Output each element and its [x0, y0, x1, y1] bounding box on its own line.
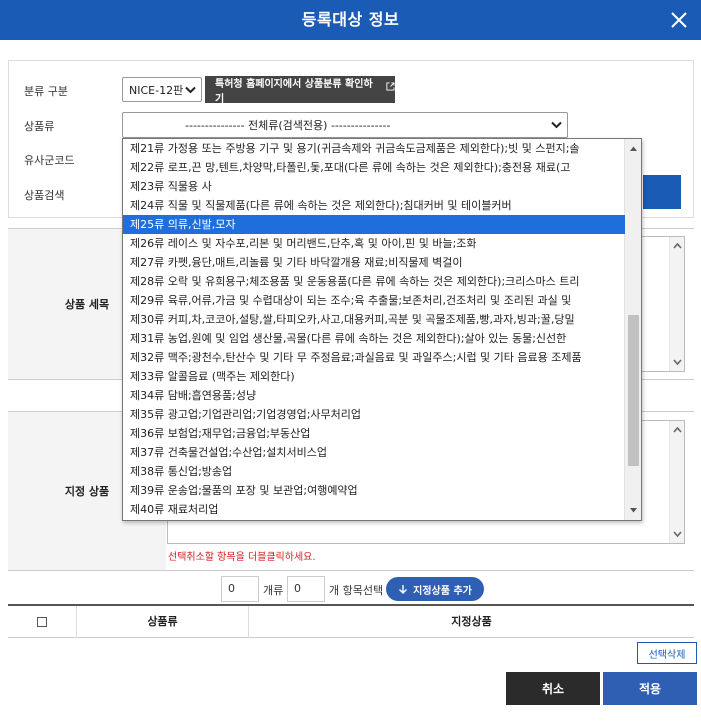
scroll-up-icon[interactable] [629, 145, 638, 152]
dialog-titlebar: 등록대상 정보 [0, 0, 701, 40]
kipo-classification-link-button[interactable]: 특허청 홈페이지에서 상품분류 확인하기 [205, 76, 395, 105]
column-header-designated-goods: 지정상품 [451, 615, 492, 628]
search-button[interactable] [643, 175, 681, 209]
dropdown-option[interactable]: 제33류 알콜음료 (맥주는 제외한다) [123, 367, 625, 386]
item-count-unit: 개 항목선택 [329, 584, 384, 597]
class-count-input[interactable]: 0 [221, 576, 259, 602]
goods-class-select[interactable]: --------------- 전체류(검색전용) --------------… [122, 112, 568, 138]
dropdown-option[interactable]: 제22류 로프,끈 망,텐트,차양막,타폴린,돛,포대(다른 류에 속하는 것은… [123, 158, 625, 177]
dropdown-option[interactable]: 제29류 육류,어류,가금 및 수렵대상이 되는 조수;육 추출물;보존처리,건… [123, 291, 625, 310]
dropdown-option[interactable]: 제30류 커피,차,코코아,설탕,쌀,타피오카,사고,대용커피,곡분 및 곡물조… [123, 310, 625, 329]
designated-goods-table-header: 상품류 지정상품 [8, 604, 694, 638]
add-designated-goods-label: 지정상품 추가 [413, 585, 472, 597]
classification-select[interactable]: NICE-12판 [122, 77, 202, 102]
cancel-button[interactable]: 취소 [506, 672, 600, 705]
chevron-down-icon [185, 86, 196, 93]
dropdown-option[interactable]: 제26류 레이스 및 자수포,리본 및 머리밴드,단추,혹 및 아이,핀 및 바… [123, 234, 625, 253]
select-all-checkbox[interactable] [37, 617, 47, 627]
dropdown-option[interactable]: 제40류 재료처리업 [123, 500, 625, 519]
dropdown-scrollbar[interactable] [624, 139, 641, 520]
class-count-unit: 개류 [263, 584, 284, 597]
dropdown-option[interactable]: 제36류 보험업;재무업;금융업;부동산업 [123, 424, 625, 443]
dropdown-option[interactable]: 제25류 의류,신발,모자 [123, 215, 625, 234]
dropdown-option[interactable]: 제37류 건축물건설업;수산업;설치서비스업 [123, 443, 625, 462]
designated-goods-scrollbar[interactable] [669, 421, 684, 543]
goods-class-select-value: --------------- 전체류(검색전용) --------------… [185, 119, 391, 132]
dropdown-option[interactable]: 제38류 통신업;방송업 [123, 462, 625, 481]
dropdown-scroll-thumb[interactable] [628, 315, 639, 466]
dropdown-option[interactable]: 제31류 농업,원예 및 임업 생산물,곡물(다른 류에 속하는 것은 제외한다… [123, 329, 625, 348]
scroll-down-icon[interactable] [629, 507, 638, 514]
classification-select-value: NICE-12판 [129, 83, 184, 97]
kipo-link-label: 특허청 홈페이지에서 상품분류 확인하기 [215, 78, 373, 105]
classification-label: 분류 구분 [24, 85, 68, 98]
arrow-down-icon [399, 585, 408, 594]
dropdown-option[interactable]: 제34류 담배;흡연용품;성냥 [123, 386, 625, 405]
deselect-hint: 선택취소할 항목을 더블클릭하세요. [168, 552, 316, 563]
chevron-down-icon [551, 121, 562, 129]
scroll-down-icon[interactable] [673, 531, 682, 538]
scroll-down-icon[interactable] [673, 359, 682, 366]
delete-selected-button[interactable]: 선택삭제 [637, 642, 697, 664]
external-link-icon [386, 82, 395, 91]
dropdown-option[interactable]: 제23류 직물용 사 [123, 177, 625, 196]
dropdown-option[interactable]: 제32류 맥주;광천수,탄산수 및 기타 무 주정음료;과실음료 및 과일주스;… [123, 348, 625, 367]
goods-detail-scrollbar[interactable] [669, 237, 684, 371]
scroll-up-icon[interactable] [673, 242, 682, 249]
goods-search-label: 상품검색 [24, 189, 65, 202]
scroll-up-icon[interactable] [673, 426, 682, 433]
dropdown-option[interactable]: 제35류 광고업;기업관리업;기업경영업;사무처리업 [123, 405, 625, 424]
item-count-input[interactable]: 0 [287, 576, 325, 602]
apply-button[interactable]: 적용 [603, 672, 697, 705]
column-header-class: 상품류 [147, 615, 178, 628]
goods-class-dropdown-list[interactable]: 제21류 가정용 또는 주방용 기구 및 용기(귀금속제와 귀금속도금제품은 제… [122, 138, 642, 521]
dropdown-option[interactable]: 제39류 운송업;물품의 포장 및 보관업;여행예약업 [123, 481, 625, 500]
dropdown-option[interactable]: 제24류 직물 및 직물제품(다른 류에 속하는 것은 제외한다);침대커버 및… [123, 196, 625, 215]
dropdown-option[interactable]: 제21류 가정용 또는 주방용 기구 및 용기(귀금속제와 귀금속도금제품은 제… [123, 139, 625, 158]
close-icon[interactable] [667, 8, 691, 32]
dropdown-option[interactable]: 제27류 카펫,융단,매트,리놀륨 및 기타 바닥깔개용 재료;비직물제 벽걸이 [123, 253, 625, 272]
dialog-title: 등록대상 정보 [301, 10, 400, 29]
dropdown-option[interactable]: 제28류 오락 및 유희용구;체조용품 및 운동용품(다른 류에 속하는 것은 … [123, 272, 625, 291]
similar-code-label: 유사군코드 [24, 154, 75, 167]
add-designated-goods-button[interactable]: 지정상품 추가 [386, 577, 484, 601]
goods-class-label: 상품류 [24, 120, 55, 133]
